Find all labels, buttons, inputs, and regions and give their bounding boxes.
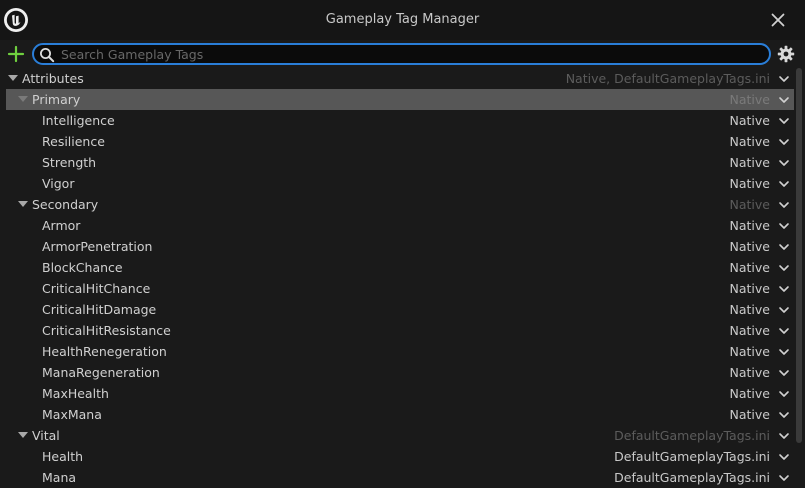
search-input[interactable] — [61, 45, 761, 63]
chevron-down-icon[interactable] — [778, 94, 790, 106]
chevron-down-icon[interactable] — [778, 451, 790, 463]
gear-icon[interactable] — [776, 44, 796, 64]
tag-label: Attributes — [22, 71, 84, 86]
tag-source: Native — [729, 176, 770, 191]
close-icon[interactable] — [768, 10, 788, 30]
chevron-down-icon[interactable] — [778, 346, 790, 358]
tag-source: Native, DefaultGameplayTags.ini — [565, 71, 770, 86]
tag-label: Secondary — [32, 197, 99, 212]
tree-row[interactable]: CriticalHitDamage Native — [6, 299, 794, 320]
tag-source: Native — [729, 218, 770, 233]
tag-label: MaxHealth — [42, 386, 109, 401]
add-tag-button[interactable] — [5, 43, 27, 65]
tree-row[interactable]: MaxMana Native — [6, 404, 794, 425]
tag-label: Primary — [32, 92, 81, 107]
tag-source: Native — [729, 239, 770, 254]
tree-row[interactable]: Intelligence Native — [6, 110, 794, 131]
tree-row[interactable]: HealthRenegeration Native — [6, 341, 794, 362]
expand-arrow-icon[interactable] — [18, 432, 28, 438]
tree-row[interactable]: Vital DefaultGameplayTags.ini — [6, 425, 794, 446]
chevron-down-icon[interactable] — [778, 304, 790, 316]
chevron-down-icon[interactable] — [778, 115, 790, 127]
toolbar — [0, 40, 805, 68]
tag-source: Native — [729, 155, 770, 170]
chevron-down-icon[interactable] — [778, 157, 790, 169]
tag-label: Mana — [42, 470, 77, 485]
chevron-down-icon[interactable] — [778, 136, 790, 148]
chevron-down-icon[interactable] — [778, 472, 790, 484]
tree-row[interactable]: Health DefaultGameplayTags.ini — [6, 446, 794, 467]
tag-label: BlockChance — [42, 260, 123, 275]
tag-source: Native — [729, 113, 770, 128]
tree-row[interactable]: Mana DefaultGameplayTags.ini — [6, 467, 794, 488]
tag-source: Native — [729, 197, 770, 212]
expand-arrow-icon[interactable] — [18, 96, 28, 102]
chevron-down-icon[interactable] — [778, 388, 790, 400]
search-icon — [39, 47, 55, 63]
tag-source: DefaultGameplayTags.ini — [614, 470, 770, 485]
tag-label: Strength — [42, 155, 97, 170]
expand-arrow-icon[interactable] — [18, 201, 28, 207]
chevron-down-icon[interactable] — [778, 262, 790, 274]
chevron-down-icon[interactable] — [778, 409, 790, 421]
tag-source: Native — [729, 281, 770, 296]
tag-label: ArmorPenetration — [42, 239, 153, 254]
tree-row[interactable]: ManaRegeneration Native — [6, 362, 794, 383]
tag-label: Health — [42, 449, 84, 464]
tree-row[interactable]: Armor Native — [6, 215, 794, 236]
tree-row[interactable]: ArmorPenetration Native — [6, 236, 794, 257]
chevron-down-icon[interactable] — [778, 73, 790, 85]
tag-source: Native — [729, 134, 770, 149]
tag-source: Native — [729, 344, 770, 359]
tag-source: Native — [729, 302, 770, 317]
chevron-down-icon[interactable] — [778, 430, 790, 442]
tag-source: Native — [729, 386, 770, 401]
tree-row[interactable]: Strength Native — [6, 152, 794, 173]
tag-source: Native — [729, 407, 770, 422]
tree-row[interactable]: CriticalHitResistance Native — [6, 320, 794, 341]
tag-label: Resilience — [42, 134, 105, 149]
tree-row[interactable]: MaxHealth Native — [6, 383, 794, 404]
title-bar: Gameplay Tag Manager — [0, 0, 805, 40]
tree-row[interactable]: CriticalHitChance Native — [6, 278, 794, 299]
chevron-down-icon[interactable] — [778, 220, 790, 232]
scrollbar-thumb[interactable] — [796, 68, 802, 443]
chevron-down-icon[interactable] — [778, 241, 790, 253]
tag-label: CriticalHitDamage — [42, 302, 157, 317]
tree-row[interactable]: Vigor Native — [6, 173, 794, 194]
tag-label: Intelligence — [42, 113, 115, 128]
search-box[interactable] — [32, 43, 771, 65]
scrollbar[interactable] — [796, 68, 802, 488]
tag-source: Native — [729, 92, 770, 107]
chevron-down-icon[interactable] — [778, 199, 790, 211]
tag-label: HealthRenegeration — [42, 344, 167, 359]
tag-label: CriticalHitChance — [42, 281, 151, 296]
tree-row[interactable]: Secondary Native — [6, 194, 794, 215]
tree-row[interactable]: Resilience Native — [6, 131, 794, 152]
tag-source: Native — [729, 323, 770, 338]
tag-label: Vital — [32, 428, 60, 443]
tree-row[interactable]: BlockChance Native — [6, 257, 794, 278]
tag-label: Armor — [42, 218, 81, 233]
chevron-down-icon[interactable] — [778, 325, 790, 337]
tag-label: MaxMana — [42, 407, 102, 422]
tag-source: DefaultGameplayTags.ini — [614, 428, 770, 443]
chevron-down-icon[interactable] — [778, 178, 790, 190]
tree-row[interactable]: Attributes Native, DefaultGameplayTags.in… — [6, 68, 794, 89]
tag-source: DefaultGameplayTags.ini — [614, 449, 770, 464]
tag-source: Native — [729, 260, 770, 275]
tag-tree: Attributes Native, DefaultGameplayTags.in… — [0, 68, 805, 488]
tag-source: Native — [729, 365, 770, 380]
tree-row[interactable]: Primary Native — [6, 89, 794, 110]
chevron-down-icon[interactable] — [778, 367, 790, 379]
tag-label: CriticalHitResistance — [42, 323, 171, 338]
chevron-down-icon[interactable] — [778, 283, 790, 295]
tag-label: Vigor — [42, 176, 75, 191]
tag-label: ManaRegeneration — [42, 365, 160, 380]
expand-arrow-icon[interactable] — [8, 75, 18, 81]
window-title: Gameplay Tag Manager — [325, 12, 480, 27]
